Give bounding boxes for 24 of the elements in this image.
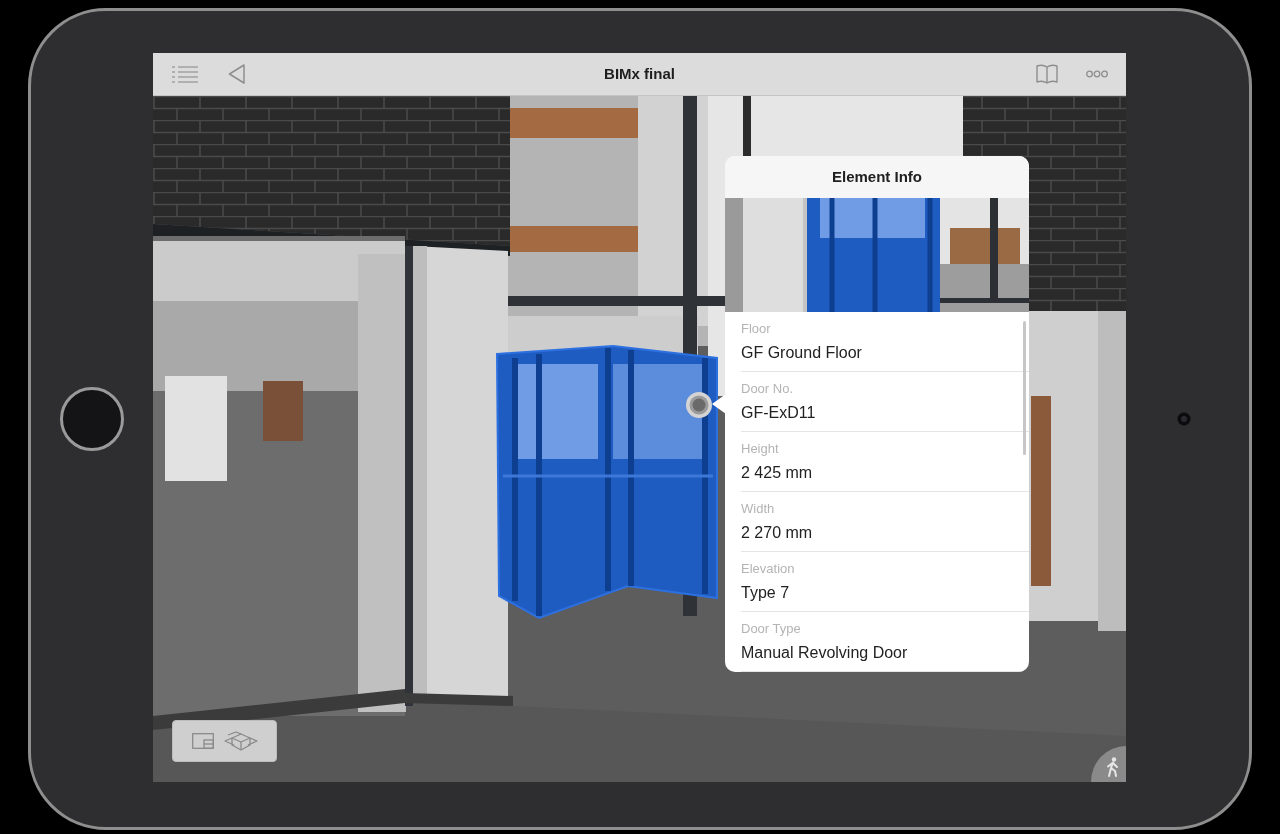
property-value: GF Ground Floor xyxy=(741,343,862,363)
floor-plan-icon xyxy=(191,733,214,749)
property-value: 2 270 mm xyxy=(741,523,813,543)
property-label: Elevation xyxy=(741,560,795,578)
more-icon[interactable] xyxy=(1086,70,1108,78)
book-icon[interactable] xyxy=(1036,64,1058,84)
property-label: Door Type xyxy=(741,620,801,638)
property-label: Door No. xyxy=(741,380,794,398)
menu-icon[interactable] xyxy=(172,65,198,83)
property-value: Type 7 xyxy=(741,583,790,603)
property-label: Height xyxy=(741,440,779,458)
back-icon[interactable] xyxy=(228,64,245,84)
property-label: Floor xyxy=(741,320,771,338)
target-marker-icon[interactable] xyxy=(685,391,713,419)
camera-icon xyxy=(1176,412,1191,426)
open-box-icon xyxy=(223,731,258,751)
view-switch-button[interactable] xyxy=(172,720,277,762)
property-value: GF-ExD11 xyxy=(741,403,816,423)
panel-title: Element Info xyxy=(725,156,1029,198)
app-title: BIMx final xyxy=(604,63,675,84)
walking-person-icon xyxy=(1106,757,1120,777)
property-value: 2 425 mm xyxy=(741,463,813,483)
property-value: Manual Revolving Door xyxy=(741,643,908,663)
property-label: Width xyxy=(741,500,775,518)
